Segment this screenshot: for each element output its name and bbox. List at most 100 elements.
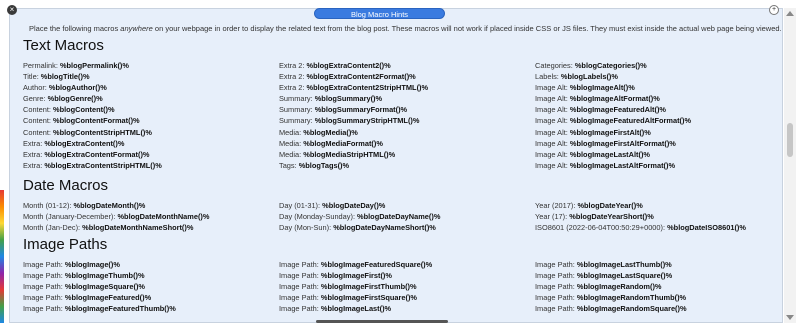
macro-code[interactable]: %blogImageRandom()% xyxy=(577,282,662,291)
macro-code[interactable]: %blogImageFeaturedAltFormat()% xyxy=(570,116,691,125)
macro-code[interactable]: %blogGenre()% xyxy=(48,94,103,103)
macro-code[interactable]: %blogDateMonthName()% xyxy=(117,212,209,221)
maximize-icon[interactable]: + xyxy=(769,5,779,15)
macro-code[interactable]: %blogDateYearShort()% xyxy=(569,212,654,221)
macro-code[interactable]: %blogImageLastAlt()% xyxy=(570,150,650,159)
macro-entry: Day (Monday-Sunday): %blogDateDayName()% xyxy=(279,211,535,222)
macro-entry: Image Path: %blogImageFirstSquare()% xyxy=(279,292,535,303)
macro-code[interactable]: %blogImageFeaturedThumb()% xyxy=(65,304,176,313)
macro-code[interactable]: %blogDateMonth()% xyxy=(74,201,146,210)
macro-code[interactable]: %blogImageSquare()% xyxy=(65,282,145,291)
scroll-up-icon[interactable] xyxy=(786,11,794,16)
macro-entry: Image Alt: %blogImageFirstAltFormat()% xyxy=(535,138,782,149)
macro-code[interactable]: %blogImageFirstSquare()% xyxy=(321,293,417,302)
macro-code[interactable]: %blogDateMonthNameShort()% xyxy=(82,223,193,232)
macro-code[interactable]: %blogCategories()% xyxy=(575,61,647,70)
macro-entry: Image Path: %blogImageFirstThumb()% xyxy=(279,281,535,292)
macro-code[interactable]: %blogImageLastThumb()% xyxy=(577,260,672,269)
macro-entry: Image Path: %blogImageRandom()% xyxy=(535,281,782,292)
macro-entry: Image Path: %blogImageSquare()% xyxy=(23,281,279,292)
macro-label: Categories: xyxy=(535,61,575,70)
macro-entry: Tags: %blogTags()% xyxy=(279,160,535,171)
macro-code[interactable]: %blogImage()% xyxy=(65,260,120,269)
macro-code[interactable]: %blogDateDayNameShort()% xyxy=(333,223,436,232)
macro-label: Image Path: xyxy=(279,293,321,303)
macro-entry: Image Alt: %blogImageFeaturedAlt()% xyxy=(535,104,782,115)
macro-code[interactable]: %blogImageFeatured()% xyxy=(65,293,151,302)
macro-label: Summary: xyxy=(279,105,315,115)
macro-entry: Image Path: %blogImageRandomThumb()% xyxy=(535,292,782,303)
macro-code[interactable]: %blogImageFirstAltFormat()% xyxy=(570,139,676,148)
vertical-scrollbar[interactable] xyxy=(784,8,796,323)
macro-label: Image Path: xyxy=(535,304,577,314)
macro-label: Summary: xyxy=(279,116,315,126)
macro-entry: Image Path: %blogImageFeatured()% xyxy=(23,292,279,303)
macro-label: Genre: xyxy=(23,94,48,104)
macro-code[interactable]: %blogDateDay()% xyxy=(322,201,385,210)
macro-label: Extra: xyxy=(23,138,45,148)
macro-code[interactable]: %blogAuthor()% xyxy=(49,83,107,92)
macro-label: Permalink: xyxy=(23,61,60,70)
macro-code[interactable]: %blogMediaFormat()% xyxy=(303,139,383,148)
macro-entry: Media: %blogMediaFormat()% xyxy=(279,138,535,149)
macro-code[interactable]: %blogPermalink()% xyxy=(60,61,129,70)
macro-label: Image Alt: xyxy=(535,94,570,104)
macro-code[interactable]: %blogDateDayName()% xyxy=(357,212,440,221)
macro-label: Image Path: xyxy=(535,271,577,281)
scroll-down-icon[interactable] xyxy=(786,315,794,320)
macro-code[interactable]: %blogImageAltFormat()% xyxy=(570,94,660,103)
macro-code[interactable]: %blogSummary()% xyxy=(315,94,382,103)
macro-entry: Image Alt: %blogImageAlt()% xyxy=(535,82,782,93)
macro-entry: Image Path: %blogImage()% xyxy=(23,259,279,270)
date-macros-grid: Month (01-12): %blogDateMonth()% Day (01-… xyxy=(23,200,782,233)
macro-code[interactable]: %blogTags()% xyxy=(299,161,349,170)
macro-code[interactable]: %blogExtraContentStripHTML()% xyxy=(44,161,161,170)
macro-code[interactable]: %blogExtraContentFormat()% xyxy=(44,150,149,159)
macro-code[interactable]: %blogImageLastSquare()% xyxy=(577,271,672,280)
macro-code[interactable]: %blogImageThumb()% xyxy=(65,271,145,280)
macro-code[interactable]: %blogExtraContent()% xyxy=(44,139,124,148)
macro-code[interactable]: %blogDateYear()% xyxy=(577,201,642,210)
macro-code[interactable]: %blogImageRandomThumb()% xyxy=(577,293,686,302)
macro-code[interactable]: %blogContent()% xyxy=(53,105,115,114)
macro-entry: Categories: %blogCategories()% xyxy=(535,60,782,71)
scrollbar-thumb[interactable] xyxy=(787,123,793,157)
macro-code[interactable]: %blogExtraContent2StripHTML()% xyxy=(307,83,429,92)
macro-label: Extra 2: xyxy=(279,83,307,93)
macro-code[interactable]: %blogMedia()% xyxy=(303,128,358,137)
close-icon[interactable]: × xyxy=(7,5,17,15)
macro-code[interactable]: %blogImageFeaturedSquare()% xyxy=(321,260,432,269)
macro-label: Title: xyxy=(23,72,41,82)
macro-entry: Year (2017): %blogDateYear()% xyxy=(535,200,782,211)
macro-entry: Image Path: %blogImageThumb()% xyxy=(23,270,279,281)
macro-label: Media: xyxy=(279,138,304,148)
macro-entry: Media: %blogMediaStripHTML()% xyxy=(279,149,535,160)
macro-code[interactable]: %blogExtraContent2()% xyxy=(307,61,391,70)
macro-code[interactable]: %blogImageFirstAlt()% xyxy=(570,128,651,137)
macro-code[interactable]: %blogImageLast()% xyxy=(321,304,391,313)
macro-code[interactable]: %blogContentStripHTML()% xyxy=(53,128,152,137)
macro-code[interactable]: %blogContentFormat()% xyxy=(53,116,140,125)
macro-code[interactable]: %blogImageFirst()% xyxy=(321,271,392,280)
macro-entry: ISO8601 (2022-06-04T00:50:29+0000): %blo… xyxy=(535,222,782,233)
macro-code[interactable]: %blogImageAlt()% xyxy=(570,83,635,92)
macro-code[interactable]: %blogImageRandomSquare()% xyxy=(577,304,687,313)
macro-entry: Image Path: %blogImageLast()% xyxy=(279,303,535,314)
macro-code[interactable]: %blogExtraContent2Format()% xyxy=(307,72,416,81)
macro-code[interactable]: %blogSummaryStripHTML()% xyxy=(315,116,420,125)
macro-label: Image Path: xyxy=(23,304,65,314)
macro-label: Image Path: xyxy=(279,304,321,314)
macro-code[interactable]: %blogImageLastAltFormat()% xyxy=(570,161,675,170)
macro-code[interactable]: %blogImageFeaturedAlt()% xyxy=(570,105,666,114)
macro-code[interactable]: %blogSummaryFormat()% xyxy=(315,105,407,114)
macro-label: Image Path: xyxy=(279,260,321,269)
macro-code[interactable]: %blogLabels()% xyxy=(561,72,618,81)
macro-label: Author: xyxy=(23,83,49,93)
macro-code[interactable]: %blogMediaStripHTML()% xyxy=(303,150,395,159)
macro-code[interactable]: %blogTitle()% xyxy=(41,72,90,81)
macro-label: Image Alt: xyxy=(535,105,570,115)
section-heading-image-paths: Image Paths xyxy=(23,236,108,253)
macro-code[interactable]: %blogDateISO8601()% xyxy=(667,223,746,232)
window-title[interactable]: Blog Macro Hints xyxy=(314,8,445,19)
macro-code[interactable]: %blogImageFirstThumb()% xyxy=(321,282,417,291)
